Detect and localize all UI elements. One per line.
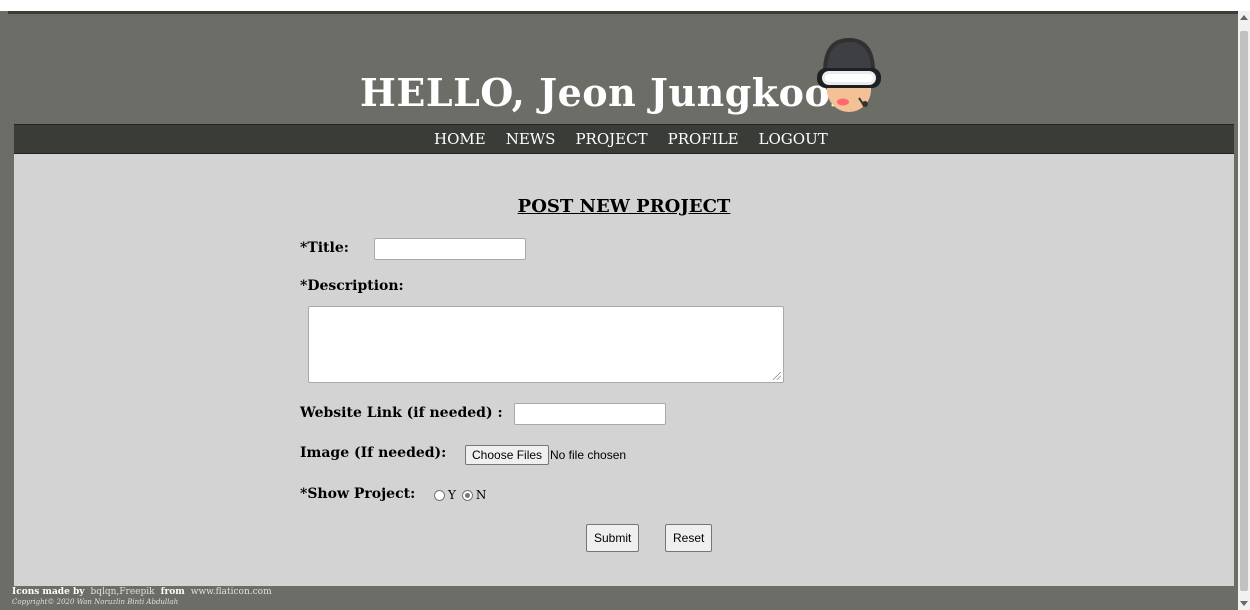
page-title: HELLO, Jeon Jungkook	[360, 70, 858, 115]
nav-item-logout[interactable]: LOGOUT	[759, 130, 828, 148]
title-label: *Title:	[300, 240, 349, 256]
choose-files-button[interactable]: Choose Files	[465, 445, 550, 465]
website-label: Website Link (if needed) :	[300, 405, 503, 421]
from-text: from	[160, 587, 185, 597]
pilot-avatar-icon	[817, 38, 881, 112]
show-yes-radio[interactable]	[434, 489, 445, 501]
resize-grip-icon[interactable]	[773, 372, 781, 380]
reset-button[interactable]: Reset	[665, 524, 713, 552]
flaticon-link[interactable]: www.flaticon.com	[191, 587, 272, 597]
file-status: No file chosen	[550, 448, 627, 462]
description-label: *Description:	[300, 278, 404, 294]
nav-bar: HOME NEWS PROJECT PROFILE LOGOUT	[14, 124, 1234, 154]
show-yes-label: Y	[448, 488, 456, 502]
copyright: Copyright© 2020 Wan Noruzlin Binti Abdul…	[12, 598, 179, 606]
nav-item-home[interactable]: HOME	[434, 130, 486, 148]
main-content: POST NEW PROJECT *Title: *Description: W…	[14, 154, 1234, 586]
show-project-options: Y N	[434, 488, 486, 502]
scroll-thumb[interactable]	[1240, 31, 1248, 591]
icon-credit: Icons made by bqlqn,Freepik from www.flatic…	[12, 587, 272, 597]
icons-made-by-text: Icons made by	[12, 587, 85, 597]
description-textarea[interactable]	[308, 306, 784, 383]
window-top-edge	[0, 0, 1250, 11]
footer: Icons made by bqlqn,Freepik from www.flatic…	[8, 586, 1234, 610]
image-label: Image (If needed):	[300, 445, 447, 461]
website-input[interactable]	[514, 403, 666, 425]
header: HELLO, Jeon Jungkook	[8, 14, 1234, 124]
nav-item-project[interactable]: PROJECT	[575, 130, 647, 148]
show-no-radio[interactable]	[461, 489, 473, 501]
nav-menu: HOME NEWS PROJECT PROFILE LOGOUT	[434, 125, 828, 153]
nav-item-profile[interactable]: PROFILE	[668, 130, 739, 148]
page: HELLO, Jeon Jungkook HOME NEWS PROJECT P…	[8, 14, 1234, 610]
show-no-label: N	[475, 488, 487, 502]
show-project-label: *Show Project:	[300, 486, 416, 502]
scroll-up-arrow-icon[interactable]	[1240, 15, 1248, 20]
nav-item-news[interactable]: NEWS	[506, 130, 556, 148]
title-input[interactable]	[374, 238, 526, 260]
icon-authors-link[interactable]: bqlqn,Freepik	[90, 587, 154, 597]
form-heading: POST NEW PROJECT	[517, 196, 731, 217]
submit-button[interactable]: Submit	[586, 524, 640, 552]
scroll-down-arrow-icon[interactable]	[1240, 601, 1248, 606]
scrollbar[interactable]	[1238, 11, 1250, 610]
